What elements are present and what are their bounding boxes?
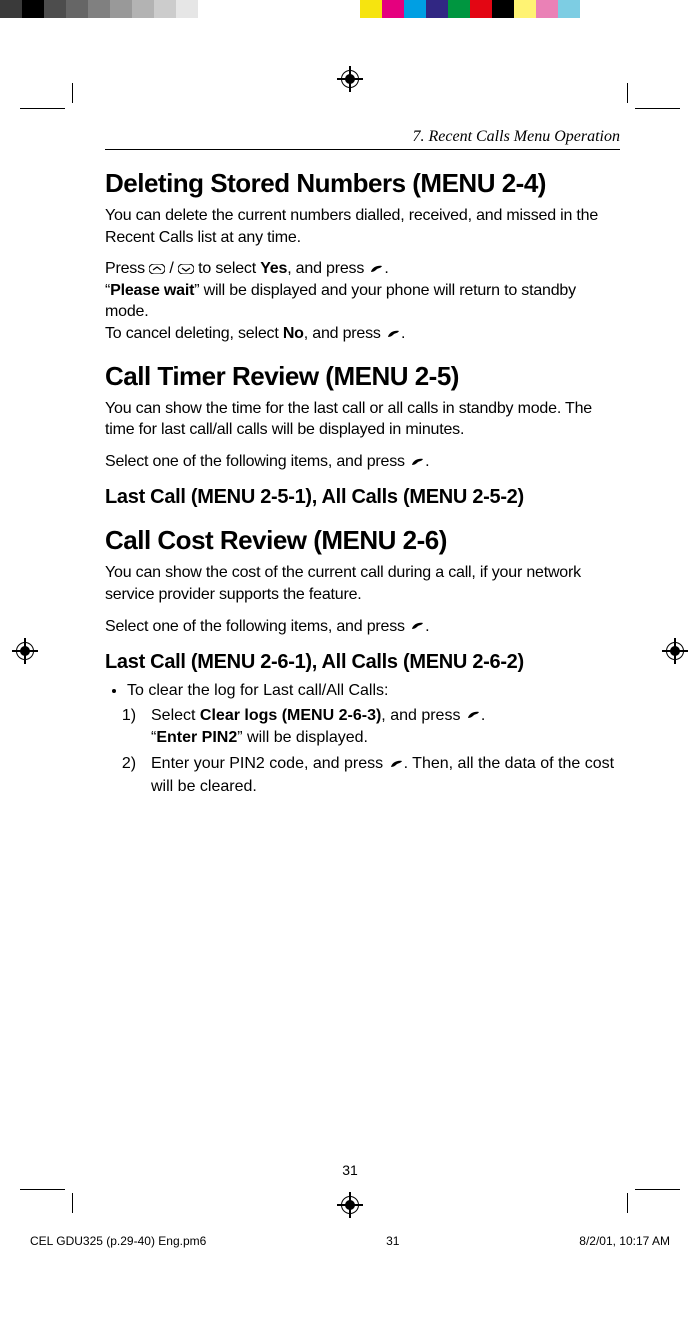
- print-footer: CEL GDU325 (p.29-40) Eng.pm6 31 8/2/01, …: [0, 1234, 700, 1248]
- call-key-icon: [388, 758, 404, 770]
- heading-call-cost-review: Call Cost Review (MENU 2-6): [105, 525, 620, 556]
- page-content: 7. Recent Calls Menu Operation Deleting …: [0, 18, 700, 1258]
- body-text: You can show the cost of the current cal…: [105, 562, 620, 605]
- call-key-icon: [368, 263, 384, 275]
- call-key-icon: [465, 709, 481, 721]
- body-text: Press / to select Yes, and press . “Plea…: [105, 258, 620, 344]
- crop-mark: [72, 1193, 73, 1213]
- call-key-icon: [385, 328, 401, 340]
- call-key-icon: [409, 620, 425, 632]
- registration-mark-bottom: [337, 1192, 363, 1218]
- body-text: You can delete the current numbers diall…: [105, 205, 620, 248]
- crop-mark: [635, 1189, 680, 1190]
- subheading-timer-items: Last Call (MENU 2-5-1), All Calls (MENU …: [105, 486, 620, 509]
- list-item: Select Clear logs (MENU 2-6-3), and pres…: [145, 705, 620, 750]
- crop-mark: [635, 108, 680, 109]
- crop-mark: [627, 83, 628, 103]
- call-key-icon: [409, 456, 425, 468]
- registration-mark-top: [337, 66, 363, 92]
- list-item: Enter your PIN2 code, and press . Then, …: [145, 753, 620, 798]
- footer-page: 31: [386, 1234, 399, 1248]
- body-text: Select one of the following items, and p…: [105, 616, 620, 638]
- crop-mark: [20, 1189, 65, 1190]
- list-item: To clear the log for Last call/All Calls…: [127, 680, 620, 798]
- registration-mark-right: [662, 638, 688, 664]
- footer-timestamp: 8/2/01, 10:17 AM: [579, 1234, 670, 1248]
- nav-down-icon: [178, 264, 194, 274]
- crop-mark: [72, 83, 73, 103]
- ordered-steps: Select Clear logs (MENU 2-6-3), and pres…: [145, 705, 620, 799]
- page-number: 31: [0, 1162, 700, 1178]
- body-text: You can show the time for the last call …: [105, 398, 620, 441]
- chapter-header: 7. Recent Calls Menu Operation: [105, 128, 620, 150]
- body-text: Select one of the following items, and p…: [105, 451, 620, 473]
- heading-deleting-stored-numbers: Deleting Stored Numbers (MENU 2-4): [105, 168, 620, 199]
- crop-mark: [627, 1193, 628, 1213]
- heading-call-timer-review: Call Timer Review (MENU 2-5): [105, 361, 620, 392]
- registration-mark-left: [12, 638, 38, 664]
- crop-mark: [20, 108, 65, 109]
- footer-filename: CEL GDU325 (p.29-40) Eng.pm6: [30, 1234, 206, 1248]
- nav-up-icon: [149, 264, 165, 274]
- subheading-cost-items: Last Call (MENU 2-6-1), All Calls (MENU …: [105, 651, 620, 674]
- bullet-list: To clear the log for Last call/All Calls…: [117, 680, 620, 798]
- print-color-bar: [0, 0, 700, 18]
